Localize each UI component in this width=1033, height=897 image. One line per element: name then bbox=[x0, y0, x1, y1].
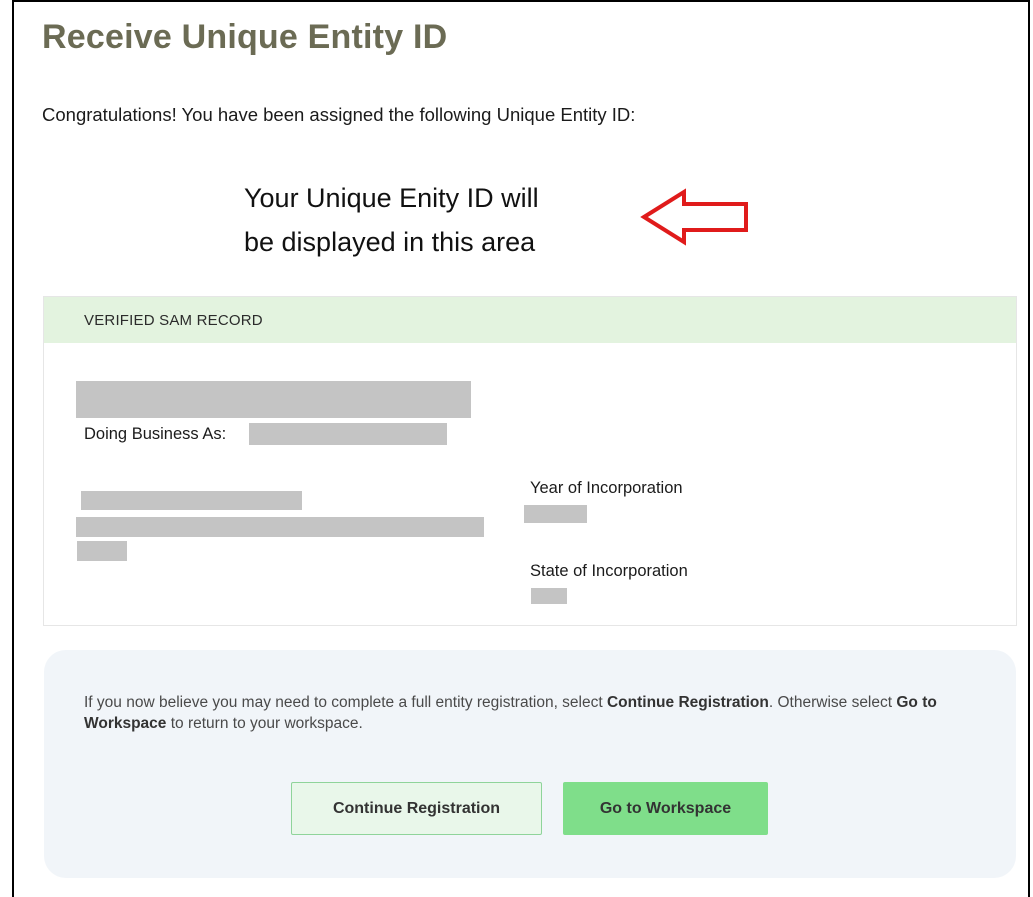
left-arrow-icon bbox=[640, 188, 748, 246]
unique-id-display-area: Your Unique Enity ID will be displayed i… bbox=[244, 176, 539, 264]
go-to-workspace-button[interactable]: Go to Workspace bbox=[563, 782, 768, 835]
redacted-year-value bbox=[524, 505, 587, 523]
cta-text-part: . Otherwise select bbox=[768, 694, 897, 711]
next-steps-panel: If you now believe you may need to compl… bbox=[44, 650, 1016, 878]
redacted-entity-name bbox=[76, 381, 471, 418]
continue-registration-button[interactable]: Continue Registration bbox=[291, 782, 542, 835]
redacted-address-line-2 bbox=[76, 517, 484, 537]
redacted-address-line-1 bbox=[81, 491, 302, 510]
redacted-dba-name bbox=[249, 423, 447, 445]
dba-label: Doing Business As: bbox=[84, 425, 227, 443]
record-header: VERIFIED SAM RECORD bbox=[44, 297, 1016, 343]
redacted-address-line-3 bbox=[77, 541, 127, 561]
cta-text-part: If you now believe you may need to compl… bbox=[84, 694, 607, 711]
id-note-line-2: be displayed in this area bbox=[244, 227, 536, 257]
id-note-line-1: Your Unique Enity ID will bbox=[244, 183, 539, 213]
verified-sam-record-card: VERIFIED SAM RECORD Doing Business As: Y… bbox=[43, 296, 1017, 626]
redacted-state-value bbox=[531, 588, 567, 604]
year-of-incorporation-label: Year of Incorporation bbox=[530, 479, 683, 497]
congratulations-text: Congratulations! You have been assigned … bbox=[42, 104, 636, 125]
page-title: Receive Unique Entity ID bbox=[42, 18, 448, 56]
next-steps-text: If you now believe you may need to compl… bbox=[84, 692, 984, 734]
cta-bold-continue: Continue Registration bbox=[606, 694, 769, 711]
cta-text-part: to return to your workspace. bbox=[166, 715, 363, 732]
state-of-incorporation-label: State of Incorporation bbox=[530, 562, 688, 580]
